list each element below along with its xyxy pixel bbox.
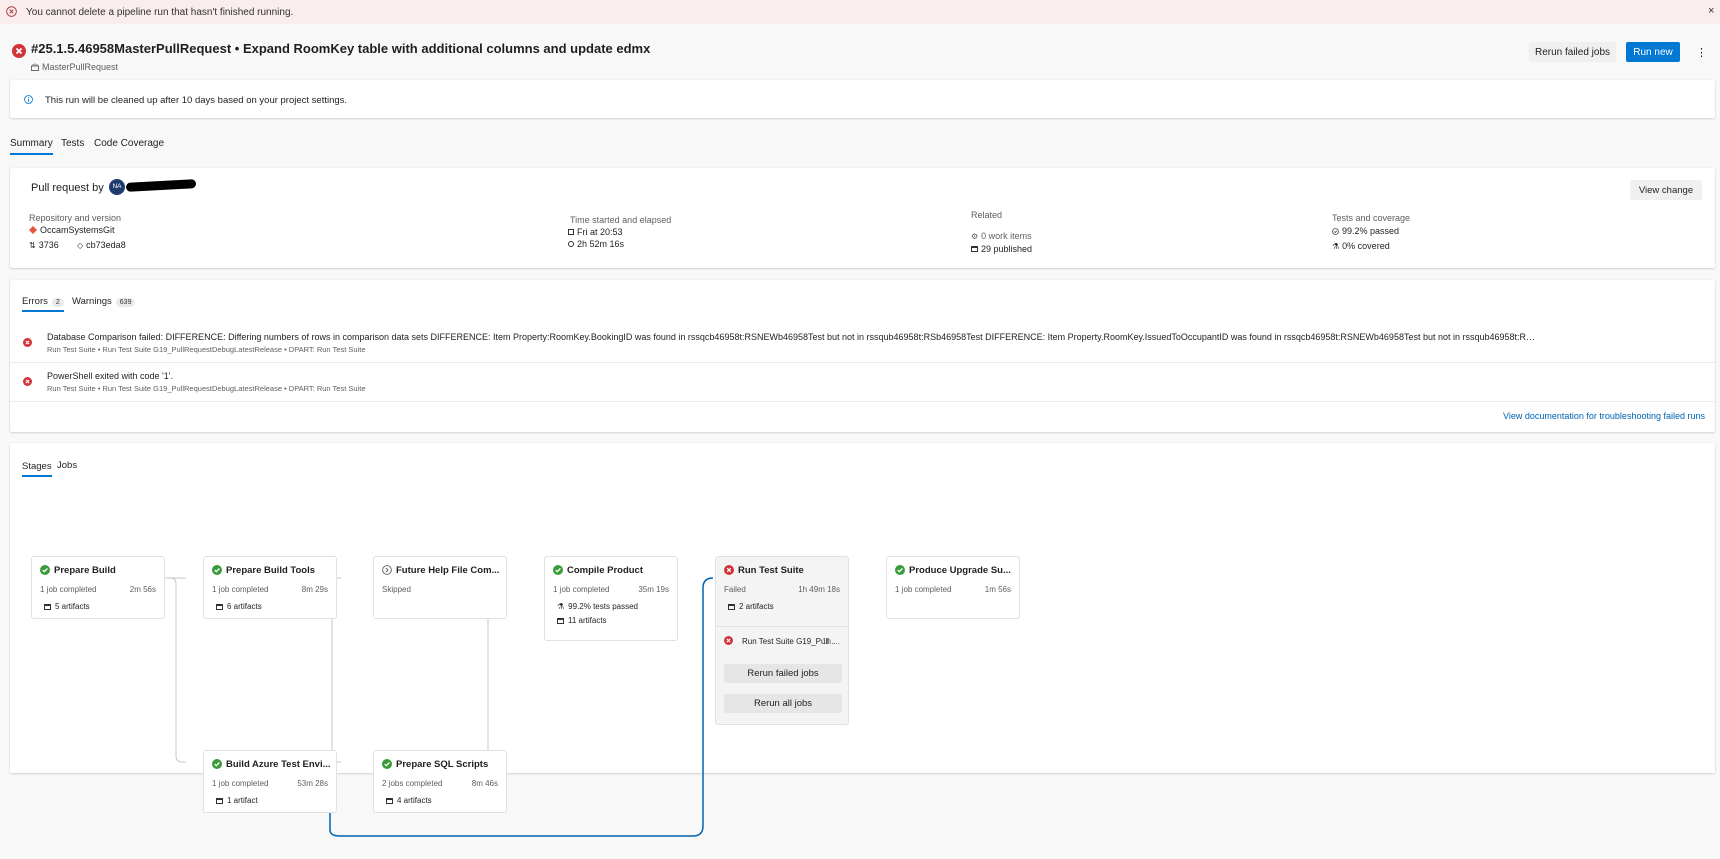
rerun-failed-jobs-button[interactable]: Rerun failed jobs [724, 664, 842, 683]
stage-produce-upgrade[interactable]: Produce Upgrade Su... 1 job completed 1m… [886, 556, 1020, 619]
stage-connectors [164, 576, 809, 837]
stage-name: Build Azure Test Envi... [226, 759, 331, 770]
artifact-icon [728, 603, 735, 610]
stage-status: 1 job completed [553, 585, 610, 594]
artifact-icon [557, 617, 564, 624]
job-duration: 1h ... [822, 637, 840, 646]
stage-artifacts[interactable]: 5 artifacts [44, 602, 90, 611]
stage-status: 1 job completed [212, 585, 269, 594]
rerun-all-jobs-button[interactable]: Rerun all jobs [724, 694, 842, 713]
stage-compile-product[interactable]: Compile Product 1 job completed 35m 19s … [544, 556, 678, 641]
tests-icon: ⚗ [557, 602, 565, 611]
failed-icon [724, 636, 733, 645]
stage-name: Prepare Build Tools [226, 565, 316, 576]
success-icon [895, 565, 905, 575]
stage-artifacts[interactable]: 11 artifacts [557, 616, 607, 625]
artifact-icon [216, 797, 223, 804]
stage-artifacts[interactable]: 4 artifacts [386, 796, 432, 805]
artifact-icon [386, 797, 393, 804]
stage-artifacts[interactable]: 2 artifacts [728, 602, 774, 611]
stage-artifacts-text: 11 artifacts [568, 616, 607, 625]
stage-tests[interactable]: ⚗ 99.2% tests passed [557, 602, 638, 611]
stage-prepare-sql-scripts[interactable]: Prepare SQL Scripts 2 jobs completed 8m … [373, 750, 507, 813]
stage-duration: 1m 56s [984, 585, 1011, 594]
stage-artifacts-text: 4 artifacts [397, 796, 432, 805]
stage-duration: 1h 49m 18s [798, 585, 840, 594]
artifact-icon [216, 603, 223, 610]
stage-artifacts[interactable]: 1 artifact [216, 796, 258, 805]
stage-artifacts-text: 5 artifacts [55, 602, 90, 611]
stage-duration: 8m 46s [471, 779, 498, 788]
stage-artifacts[interactable]: 6 artifacts [216, 602, 262, 611]
success-icon [212, 565, 222, 575]
stage-name: Prepare SQL Scripts [396, 759, 489, 770]
success-icon [212, 759, 222, 769]
stage-name: Future Help File Com... [396, 565, 500, 576]
stage-name: Run Test Suite [738, 565, 804, 576]
stage-build-azure-test-env[interactable]: Build Azure Test Envi... 1 job completed… [203, 750, 337, 813]
stage-future-help-file[interactable]: Future Help File Com... Skipped [373, 556, 507, 619]
success-icon [553, 565, 563, 575]
stage-name: Produce Upgrade Su... [909, 565, 1011, 576]
stage-tests-text: 99.2% tests passed [568, 602, 638, 611]
stage-status: 1 job completed [40, 585, 97, 594]
failed-icon [724, 565, 734, 575]
stage-name: Compile Product [567, 565, 644, 576]
stage-status: 1 job completed [895, 585, 952, 594]
stage-artifacts-text: 2 artifacts [739, 602, 774, 611]
stage-name: Prepare Build [54, 565, 116, 576]
stage-status: Skipped [382, 585, 411, 594]
stage-artifacts-text: 1 artifact [227, 796, 258, 805]
stage-status: 2 jobs completed [382, 779, 443, 788]
stage-status: Failed [724, 585, 746, 594]
artifact-icon [44, 603, 51, 610]
stage-duration: 53m 28s [297, 779, 328, 788]
stage-artifacts-text: 6 artifacts [227, 602, 262, 611]
success-icon [382, 759, 392, 769]
stage-run-test-suite[interactable]: Run Test Suite Failed 1h 49m 18s 2 artif… [715, 556, 849, 725]
skipped-icon [382, 565, 392, 575]
success-icon [40, 565, 50, 575]
stage-prepare-build-tools[interactable]: Prepare Build Tools 1 job completed 8m 2… [203, 556, 337, 619]
job-row[interactable]: Run Test Suite G19_Pull... 1h ... [716, 627, 848, 653]
stage-status: 1 job completed [212, 779, 269, 788]
stage-duration: 8m 29s [301, 585, 328, 594]
stage-duration: 2m 56s [129, 585, 156, 594]
stage-prepare-build[interactable]: Prepare Build 1 job completed 2m 56s 5 a… [31, 556, 165, 619]
stage-duration: 35m 19s [638, 585, 669, 594]
